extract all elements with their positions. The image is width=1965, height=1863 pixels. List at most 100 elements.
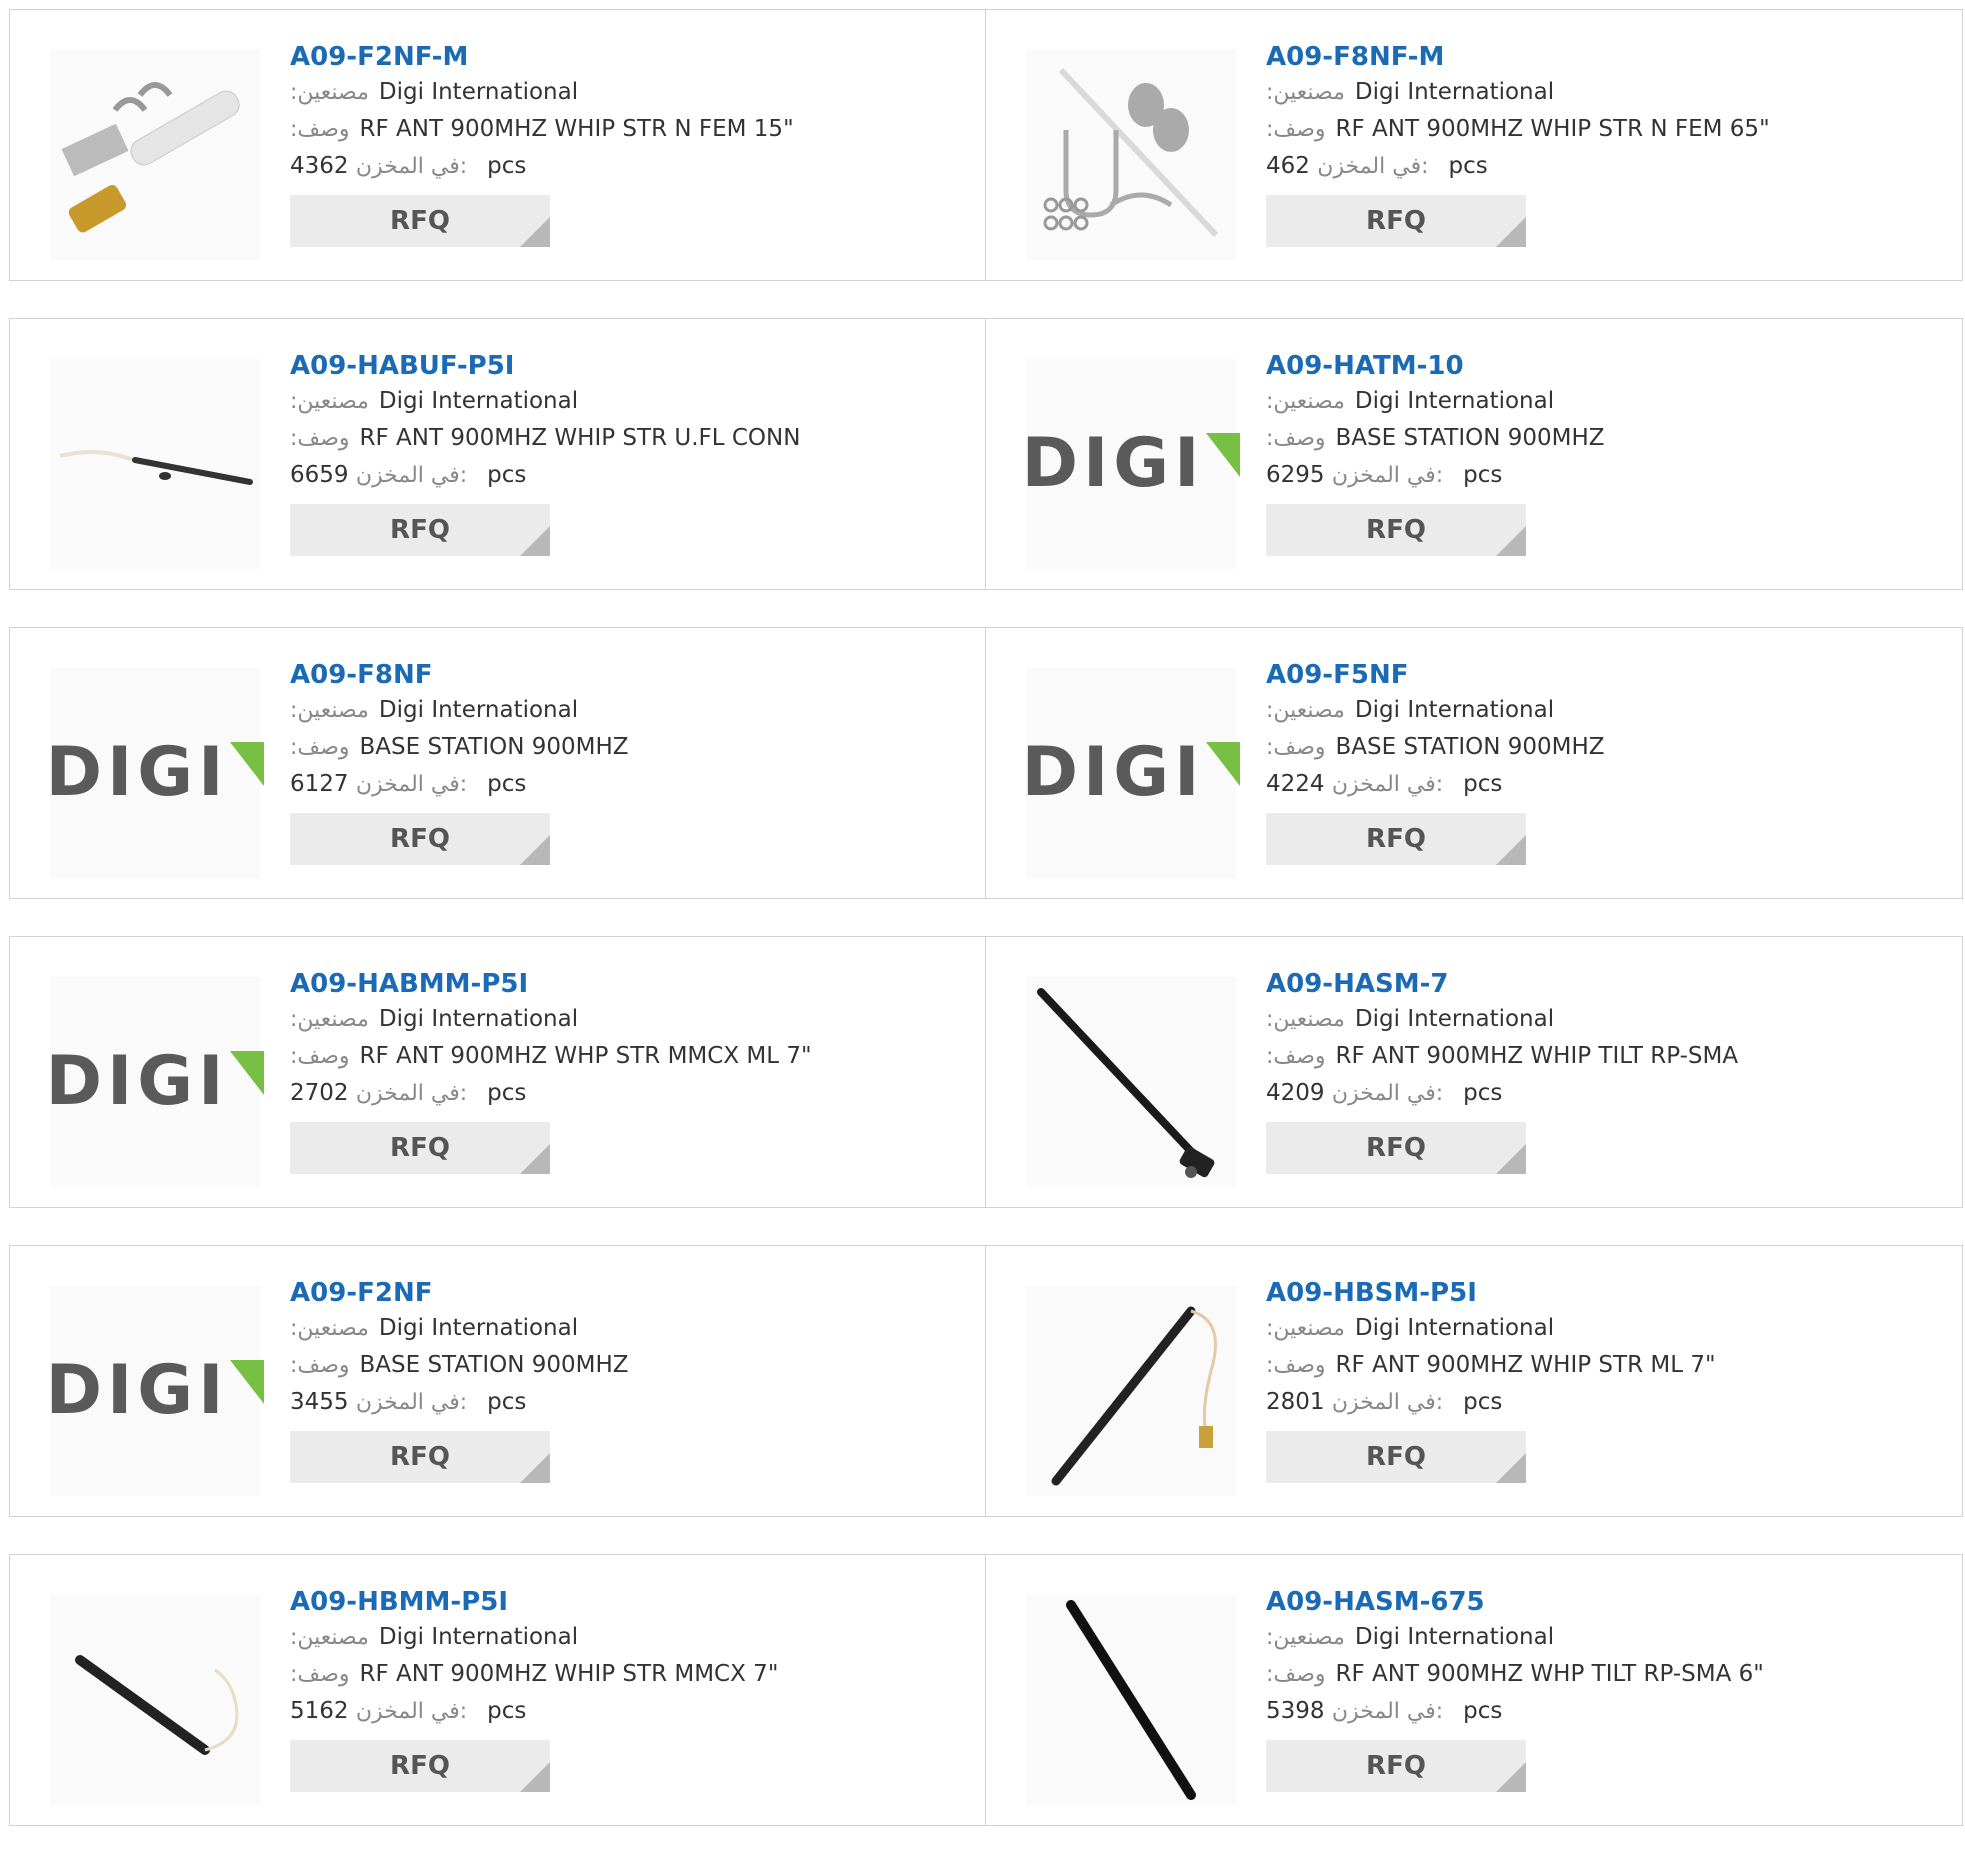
rfq-button[interactable]: RFQ: [290, 813, 550, 865]
corner-fold-icon: [1496, 1144, 1526, 1174]
description-label: :وصف: [1266, 735, 1326, 760]
product-card: A09-HBSM-P5I :مصنعين Digi International :…: [986, 1245, 1963, 1517]
manufacturer-label: :مصنعين: [290, 389, 369, 414]
description-line: :وصف RF ANT 900MHZ WHP STR MMCX ML 7": [290, 1038, 965, 1075]
rfq-button[interactable]: RFQ: [1266, 195, 1526, 247]
description-value: BASE STATION 900MHZ: [359, 734, 629, 760]
rfq-button[interactable]: RFQ: [1266, 1431, 1526, 1483]
part-number-link[interactable]: A09-F2NF: [290, 1276, 965, 1310]
rfq-button[interactable]: RFQ: [1266, 813, 1526, 865]
product-card: DIGI A09-F2NF :مصنعين Digi International …: [9, 1245, 986, 1517]
green-triangle-icon: [230, 1360, 265, 1404]
part-number-link[interactable]: A09-F8NF-M: [1266, 40, 1942, 74]
manufacturer-label: :مصنعين: [290, 80, 369, 105]
straight-antenna-image[interactable]: [1026, 1595, 1236, 1805]
rfq-label: RFQ: [1366, 206, 1426, 236]
stock-unit: pcs: [487, 1698, 527, 1724]
manufacturer-value: Digi International: [378, 697, 579, 723]
product-card: A09-F2NF-M :مصنعين Digi International :وص…: [9, 9, 986, 281]
stock-unit: pcs: [487, 1080, 527, 1106]
stock-label: في المخزن:: [355, 154, 468, 179]
description-line: :وصف RF ANT 900MHZ WHIP STR N FEM 15": [290, 111, 965, 148]
digi-logo-image[interactable]: DIGI: [1022, 359, 1241, 569]
product-card: DIGI A09-HATM-10 :مصنعين Digi Internation…: [986, 318, 1963, 590]
antenna-with-cable-image[interactable]: [1026, 1286, 1236, 1496]
manufacturer-line: :مصنعين Digi International: [290, 1001, 965, 1038]
rfq-button[interactable]: RFQ: [290, 1740, 550, 1792]
omni-antenna-mount-kit-image[interactable]: [50, 50, 260, 260]
part-number-link[interactable]: A09-HBMM-P5I: [290, 1585, 965, 1619]
rfq-button[interactable]: RFQ: [290, 504, 550, 556]
description-line: :وصف BASE STATION 900MHZ: [1266, 420, 1942, 457]
manufacturer-label: :مصنعين: [1266, 1007, 1345, 1032]
digi-logo-image[interactable]: DIGI: [46, 668, 265, 878]
manufacturer-line: :مصنعين Digi International: [1266, 1001, 1942, 1038]
description-line: :وصف RF ANT 900MHZ WHP TILT RP-SMA 6": [1266, 1656, 1942, 1693]
stock-unit: pcs: [1463, 1698, 1503, 1724]
description-value: RF ANT 900MHZ WHIP TILT RP-SMA: [1335, 1043, 1739, 1069]
description-label: :وصف: [290, 1662, 350, 1687]
tilt-antenna-image[interactable]: [1026, 977, 1236, 1187]
digi-logo-image[interactable]: DIGI: [46, 977, 265, 1187]
manufacturer-line: :مصنعين Digi International: [290, 74, 965, 111]
part-number-link[interactable]: A09-HABUF-P5I: [290, 349, 965, 383]
stock-unit: pcs: [487, 771, 527, 797]
part-number-link[interactable]: A09-HASM-7: [1266, 967, 1942, 1001]
rfq-button[interactable]: RFQ: [1266, 1740, 1526, 1792]
product-card: DIGI A09-F8NF :مصنعين Digi International …: [9, 627, 986, 899]
rfq-button[interactable]: RFQ: [290, 1122, 550, 1174]
product-row: A09-HABUF-P5I :مصنعين Digi International …: [9, 318, 1965, 590]
part-number-link[interactable]: A09-F5NF: [1266, 658, 1942, 692]
description-line: :وصف BASE STATION 900MHZ: [1266, 729, 1942, 766]
corner-fold-icon: [1496, 217, 1526, 247]
manufacturer-label: :مصنعين: [1266, 1316, 1345, 1341]
product-row: A09-F2NF-M :مصنعين Digi International :وص…: [9, 9, 1965, 281]
corner-fold-icon: [1496, 835, 1526, 865]
part-number-link[interactable]: A09-F2NF-M: [290, 40, 965, 74]
manufacturer-label: :مصنعين: [290, 1625, 369, 1650]
manufacturer-value: Digi International: [1354, 1315, 1555, 1341]
part-number-link[interactable]: A09-HATM-10: [1266, 349, 1942, 383]
part-number-link[interactable]: A09-HABMM-P5I: [290, 967, 965, 1001]
product-row: DIGI A09-HABMM-P5I :مصنعين Digi Internati…: [9, 936, 1965, 1208]
manufacturer-value: Digi International: [1354, 697, 1555, 723]
digi-logo-image[interactable]: DIGI: [46, 1286, 265, 1496]
rfq-label: RFQ: [390, 1751, 450, 1781]
whip-antenna-mount-kit-image[interactable]: [1026, 50, 1236, 260]
stock-unit: pcs: [1463, 1389, 1503, 1415]
description-value: RF ANT 900MHZ WHIP STR MMCX 7": [359, 1661, 779, 1687]
stock-value: 4362: [290, 153, 349, 179]
manufacturer-line: :مصنعين Digi International: [290, 1310, 965, 1347]
digi-logo: DIGI: [46, 739, 265, 807]
rfq-label: RFQ: [1366, 1751, 1426, 1781]
stock-label: في المخزن:: [1331, 1390, 1444, 1415]
stock-line: 5162 في المخزن: pcs: [290, 1693, 965, 1730]
stock-label: في المخزن:: [355, 1390, 468, 1415]
rfq-button[interactable]: RFQ: [1266, 504, 1526, 556]
whip-antenna-ufl-image[interactable]: [50, 359, 260, 569]
rfq-button[interactable]: RFQ: [1266, 1122, 1526, 1174]
rfq-button[interactable]: RFQ: [290, 195, 550, 247]
part-number-link[interactable]: A09-HBSM-P5I: [1266, 1276, 1942, 1310]
stock-unit: pcs: [487, 1389, 527, 1415]
product-grid: A09-F2NF-M :مصنعين Digi International :وص…: [9, 9, 1965, 1863]
rfq-label: RFQ: [1366, 515, 1426, 545]
product-card: A09-HASM-675 :مصنعين Digi International :…: [986, 1554, 1963, 1826]
stock-label: في المخزن:: [355, 1081, 468, 1106]
digi-logo-image[interactable]: DIGI: [1022, 668, 1241, 878]
part-number-link[interactable]: A09-F8NF: [290, 658, 965, 692]
part-number-link[interactable]: A09-HASM-675: [1266, 1585, 1942, 1619]
description-value: BASE STATION 900MHZ: [359, 1352, 629, 1378]
description-value: RF ANT 900MHZ WHP STR MMCX ML 7": [359, 1043, 812, 1069]
antenna-with-cable-image[interactable]: [50, 1595, 260, 1805]
description-line: :وصف RF ANT 900MHZ WHIP STR ML 7": [1266, 1347, 1942, 1384]
manufacturer-value: Digi International: [1354, 1624, 1555, 1650]
rfq-button[interactable]: RFQ: [290, 1431, 550, 1483]
manufacturer-line: :مصنعين Digi International: [290, 1619, 965, 1656]
stock-label: في المخزن:: [1331, 1699, 1444, 1724]
stock-value: 5162: [290, 1698, 349, 1724]
stock-line: 4209 في المخزن: pcs: [1266, 1075, 1942, 1112]
manufacturer-label: :مصنعين: [1266, 698, 1345, 723]
corner-fold-icon: [1496, 526, 1526, 556]
stock-value: 3455: [290, 1389, 349, 1415]
